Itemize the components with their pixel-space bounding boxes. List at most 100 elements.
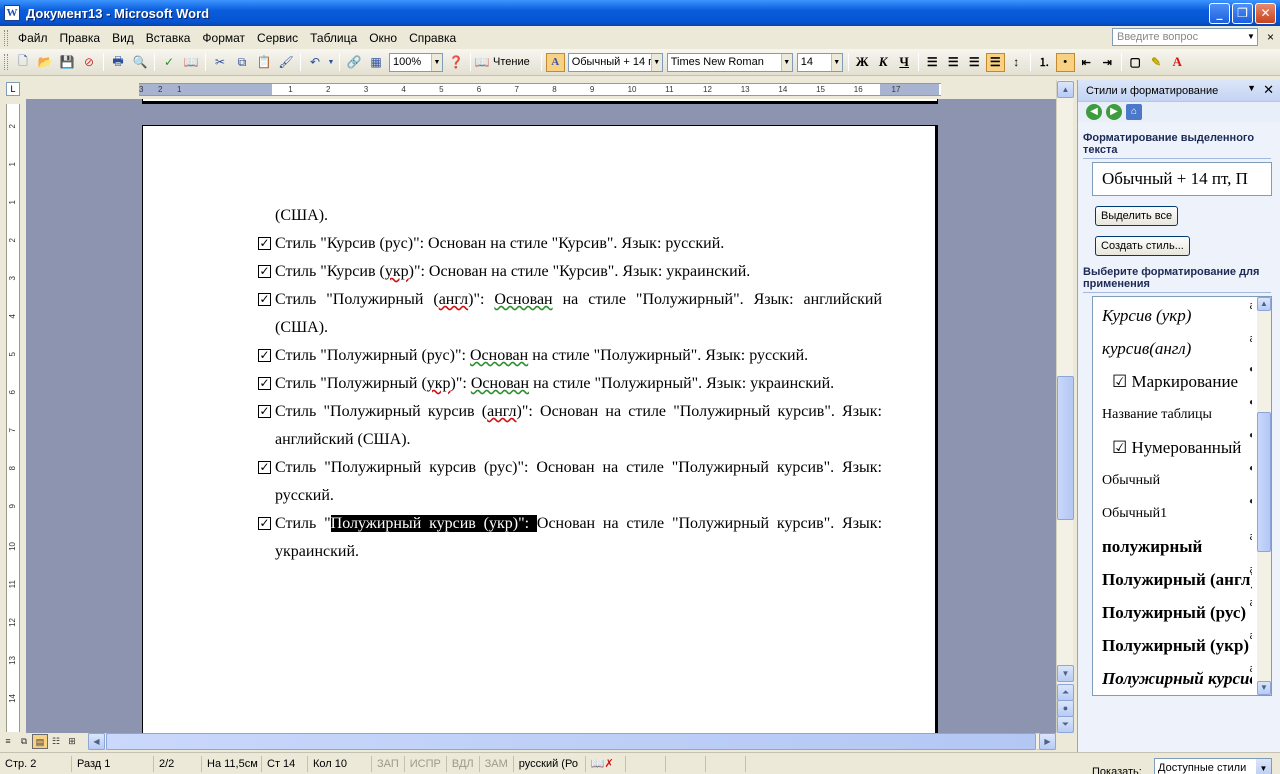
status-rec[interactable]: ЗАП — [372, 755, 405, 772]
print-icon[interactable]: 🖶 — [108, 52, 128, 72]
help-search-input[interactable]: Введите вопрос ▼ — [1112, 28, 1258, 46]
list-item[interactable]: ✓ Стиль "Курсив (укр)": Основан на стиле … — [258, 258, 882, 286]
style-list-item[interactable]: Обычный ¶ — [1102, 464, 1252, 497]
scroll-left-icon[interactable]: ◀ — [88, 733, 105, 750]
highlight-icon[interactable]: ✎ — [1147, 53, 1166, 72]
select-all-button[interactable]: Выделить все — [1095, 206, 1179, 226]
scroll-up-icon[interactable]: ▲ — [1057, 81, 1074, 98]
cut-icon[interactable]: ✂ — [210, 52, 230, 72]
zoom-combo[interactable]: 100% ▼ — [389, 52, 443, 72]
document-text[interactable]: (США). ✓ Стиль "Курсив (рус)": Основан на … — [258, 202, 882, 566]
style-dropdown-icon[interactable]: ▼ — [650, 53, 662, 71]
decrease-indent-icon[interactable]: ⇤ — [1077, 53, 1096, 72]
format-painter-icon[interactable]: 🖌 — [276, 52, 296, 72]
home-icon[interactable]: ⌂ — [1126, 104, 1142, 120]
style-list-item[interactable]: полужирный a — [1102, 530, 1252, 563]
menu-item-6[interactable]: Таблица — [304, 28, 363, 48]
list-item[interactable]: ✓ Стиль "Полужирный (англ)": Основан на с… — [258, 286, 882, 342]
style-list-item[interactable]: Название таблицы ¶ — [1102, 398, 1252, 431]
paste-icon[interactable]: 📋 — [254, 52, 274, 72]
style-list-item[interactable]: Курсив (укр) a — [1102, 299, 1252, 332]
web-view-icon[interactable]: ⧉ — [16, 734, 32, 749]
bold-button[interactable]: Ж — [853, 53, 872, 72]
maximize-button[interactable]: ❐ — [1232, 3, 1253, 24]
numbering-icon[interactable]: ⒈ — [1035, 53, 1054, 72]
style-list-item[interactable]: Полужирный (рус)a — [1102, 596, 1252, 629]
bullets-icon[interactable]: • — [1055, 52, 1075, 72]
menu-item-2[interactable]: Вид — [106, 28, 140, 48]
horizontal-scrollbar[interactable]: ◀ ▶ — [88, 733, 1056, 750]
menu-item-3[interactable]: Вставка — [140, 28, 197, 48]
outline-view-icon[interactable]: ☷ — [48, 734, 64, 749]
save-icon[interactable]: 💾 — [57, 52, 77, 72]
font-size-dropdown-icon[interactable]: ▼ — [830, 53, 842, 71]
scroll-down-icon[interactable]: ▼ — [1057, 665, 1074, 682]
task-pane-menu-icon[interactable]: ▼ — [1247, 83, 1256, 93]
show-dropdown-icon[interactable]: ▼ — [1256, 759, 1271, 774]
vertical-scrollbar[interactable]: ▲ ▼ ⏶ ● ⏷ — [1056, 80, 1074, 733]
align-right-icon[interactable]: ☰ — [965, 53, 984, 72]
align-left-icon[interactable]: ☰ — [923, 53, 942, 72]
horizontal-ruler[interactable]: 3 2 1 1 2 3 4 5 6 7 8 9 10 11 12 13 14 15 16 17 — [139, 83, 941, 96]
new-document-icon[interactable]: 🗋 — [13, 52, 33, 72]
style-scroll-up-icon[interactable]: ▲ — [1257, 297, 1271, 311]
style-combo[interactable]: Обычный + 14 г ▼ — [567, 52, 663, 72]
new-style-button[interactable]: Создать стиль... — [1095, 236, 1190, 256]
browse-object-icon[interactable]: ● — [1057, 700, 1074, 717]
font-color-icon[interactable]: A — [1168, 53, 1187, 72]
read-mode-icon[interactable]: 📖 — [475, 52, 490, 72]
print-layout-icon[interactable]: ▤ — [32, 734, 48, 749]
spelling-status-icon[interactable]: 📖✗ — [586, 755, 626, 772]
menu-item-4[interactable]: Формат — [196, 28, 251, 48]
menu-item-5[interactable]: Сервис — [251, 28, 304, 48]
style-list-item[interactable]: Полужирный курсивa — [1102, 662, 1252, 695]
status-trk[interactable]: ИСПР — [405, 755, 447, 772]
increase-indent-icon[interactable]: ⇥ — [1098, 53, 1117, 72]
style-list-item[interactable]: Обычный1 ¶ — [1102, 497, 1252, 530]
prev-page-icon[interactable]: ⏶ — [1057, 684, 1074, 701]
hyperlink-icon[interactable]: 🔗 — [344, 52, 364, 72]
styles-pane-icon[interactable]: A — [545, 52, 565, 72]
menubar-grip[interactable] — [4, 29, 8, 46]
italic-button[interactable]: К — [874, 53, 893, 72]
style-list-item[interactable]: Полужирный (англ)a — [1102, 563, 1252, 596]
justify-icon[interactable]: ☰ — [985, 52, 1005, 72]
style-scroll-down-icon[interactable]: ▼ — [1257, 681, 1271, 695]
font-combo[interactable]: Times New Roman ▼ — [666, 52, 793, 72]
current-format-box[interactable]: Обычный + 14 пт, П — [1092, 162, 1272, 196]
status-ext[interactable]: ВДЛ — [447, 755, 480, 772]
close-button[interactable]: ✕ — [1255, 3, 1276, 24]
toolbar-grip[interactable] — [4, 54, 8, 70]
status-ovr[interactable]: ЗАМ — [480, 755, 514, 772]
font-dropdown-icon[interactable]: ▼ — [780, 53, 792, 71]
spelling-icon[interactable]: ✓ — [159, 52, 179, 72]
list-item[interactable]: ✓ Стиль "Полужирный курсив (рус)": Основа… — [258, 454, 882, 510]
h-scroll-thumb[interactable] — [106, 733, 1036, 750]
document-close-button[interactable]: × — [1267, 30, 1274, 44]
menu-item-8[interactable]: Справка — [403, 28, 462, 48]
document-page[interactable]: (США). ✓ Стиль "Курсив (рус)": Основан на … — [142, 125, 938, 733]
style-list-item[interactable]: Полужирный (укр)a — [1102, 629, 1252, 662]
line-spacing-icon[interactable]: ↕ — [1007, 53, 1026, 72]
menu-item-7[interactable]: Окно — [363, 28, 403, 48]
style-list-item[interactable]: ☑ Маркирование ¶ — [1102, 365, 1252, 398]
vertical-ruler[interactable]: 2 1 1 2 3 4 5 6 7 8 9 10 11 12 13 14 — [6, 104, 20, 732]
next-page-icon[interactable]: ⏷ — [1057, 716, 1074, 733]
help-dropdown-icon[interactable]: ▼ — [1245, 29, 1257, 45]
word-app-icon[interactable]: W — [4, 5, 20, 21]
tab-selector[interactable]: L — [6, 82, 20, 96]
list-item[interactable]: ✓ Стиль "Полужирный (укр)": Основан на ст… — [258, 370, 882, 398]
zoom-dropdown-icon[interactable]: ▼ — [431, 53, 442, 71]
scroll-thumb[interactable] — [1057, 376, 1074, 520]
back-icon[interactable]: ◀ — [1086, 104, 1102, 120]
minimize-button[interactable]: _ — [1209, 3, 1230, 24]
research-icon[interactable]: 📖 — [181, 52, 201, 72]
font-size-combo[interactable]: 14 ▼ — [796, 52, 843, 72]
list-item[interactable]: ✓ Стиль "Полужирный (рус)": Основан на ст… — [258, 342, 882, 370]
list-item[interactable]: ✓ Стиль "Полужирный курсив (укр)": Основа… — [258, 510, 882, 566]
menu-item-1[interactable]: Правка — [54, 28, 107, 48]
help-icon[interactable]: ❓ — [446, 52, 466, 72]
list-item[interactable]: ✓ Стиль "Полужирный курсив (англ)": Основ… — [258, 398, 882, 454]
status-language[interactable]: русский (Ро — [514, 755, 586, 772]
scroll-right-icon[interactable]: ▶ — [1039, 733, 1056, 750]
